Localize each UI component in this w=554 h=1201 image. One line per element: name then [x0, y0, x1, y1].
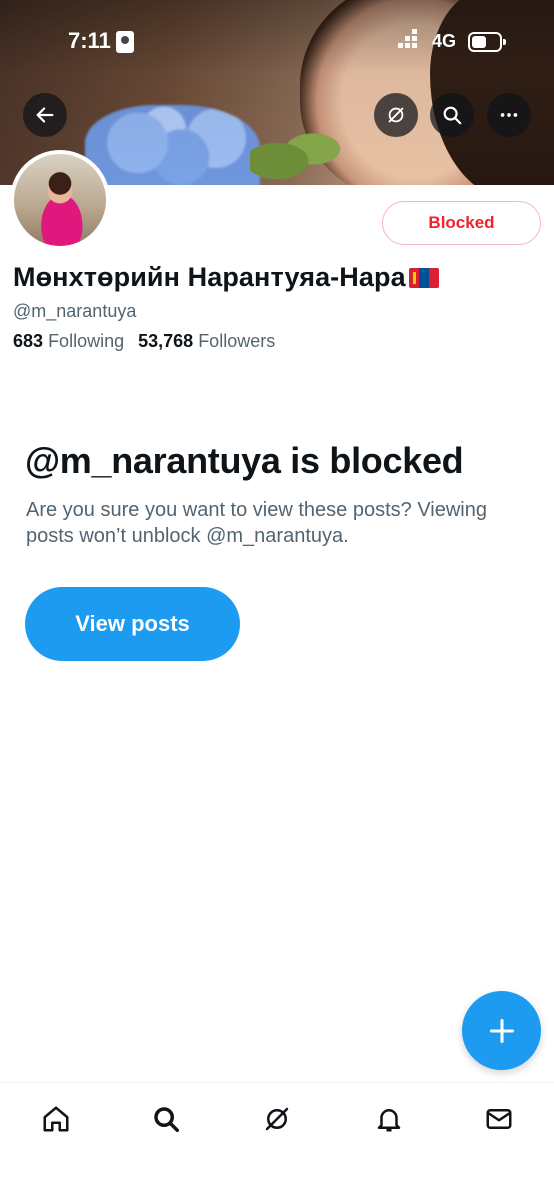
blocked-title: @m_narantuya is blocked [25, 440, 464, 481]
mail-icon [486, 1109, 512, 1129]
plus-icon [489, 1018, 514, 1043]
grok-icon [388, 107, 404, 123]
more-button[interactable] [487, 93, 531, 137]
more-horizontal-icon [500, 113, 518, 117]
avatar[interactable] [10, 150, 110, 250]
grok-icon [265, 1107, 289, 1131]
view-posts-button[interactable]: View posts [25, 587, 240, 661]
nav-home[interactable] [38, 1101, 74, 1137]
arrow-left-icon [36, 107, 54, 123]
profile-stats: 683 Following 53,768 Followers [13, 331, 275, 352]
signal-icon [398, 29, 418, 49]
battery-icon [468, 32, 506, 52]
followers-link[interactable]: 53,768 Followers [138, 331, 275, 351]
following-count: 683 [13, 331, 44, 351]
display-name-text: Мөнхтөрийн Нарантуяа-Нара [13, 262, 406, 292]
sim-icon [116, 31, 134, 53]
grok-button[interactable] [374, 93, 418, 137]
nav-grok[interactable] [259, 1101, 295, 1137]
nav-notifications[interactable] [371, 1101, 407, 1137]
bottom-nav [0, 1082, 554, 1201]
mongolia-flag-icon [408, 267, 439, 288]
blocked-button[interactable]: Blocked [382, 201, 541, 245]
nav-messages[interactable] [481, 1101, 517, 1137]
search-button[interactable] [430, 93, 474, 137]
bell-icon [377, 1109, 401, 1132]
followers-label: Followers [198, 331, 276, 351]
back-button[interactable] [23, 93, 67, 137]
search-icon [154, 1107, 179, 1132]
followers-count: 53,768 [138, 331, 194, 351]
status-bar: 7:11 4G [0, 0, 554, 80]
network-type: 4G [432, 31, 457, 51]
blocked-description: Are you sure you want to view these post… [26, 499, 487, 547]
compose-button[interactable] [462, 991, 541, 1070]
following-link[interactable]: 683 Following [13, 331, 124, 351]
status-time: 7:11 [68, 28, 111, 53]
following-label: Following [48, 331, 125, 351]
nav-search[interactable] [148, 1101, 184, 1137]
profile-handle: @m_narantuya [13, 301, 137, 321]
display-name: Мөнхтөрийн Нарантуяа-Нара [13, 262, 439, 293]
search-icon [443, 106, 462, 125]
home-icon [43, 1106, 69, 1132]
